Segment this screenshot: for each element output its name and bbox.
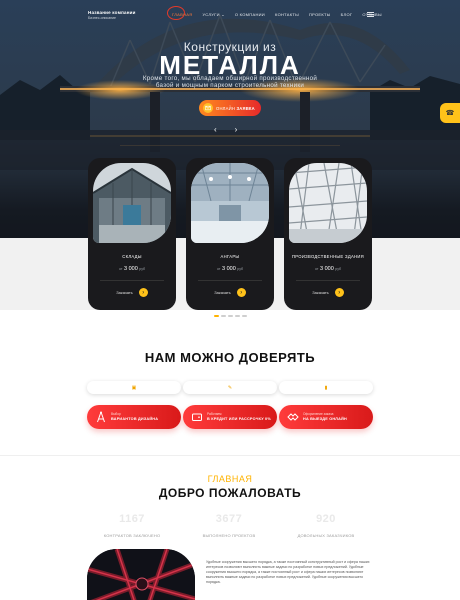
card-title: ПРОИЗВОДСТВЕННЫЕ ЗДАНИЯ bbox=[291, 254, 365, 259]
industrial-building-image bbox=[289, 163, 367, 243]
feature-line1: Работаем bbox=[207, 412, 222, 416]
nav-item-contacts[interactable]: КОНТАКТЫ bbox=[275, 12, 299, 17]
compass-icon bbox=[97, 411, 105, 423]
stat-number: 3677 bbox=[215, 513, 243, 525]
feature-credit[interactable]: Работаем В КРЕДИТ ИЛИ РАССРОЧКУ 0% bbox=[183, 405, 277, 429]
hangar-image bbox=[191, 163, 269, 243]
trust-pill[interactable]: ✎ bbox=[183, 381, 277, 394]
pagination-dot[interactable] bbox=[221, 315, 226, 317]
stat-number: 920 bbox=[316, 513, 336, 525]
cta-prefix: ОНЛАЙН bbox=[216, 105, 236, 111]
top-navigation: Название компании Бизнес-описание ГЛАВНА… bbox=[0, 0, 460, 30]
welcome-image bbox=[87, 549, 195, 600]
pagination-dot[interactable] bbox=[242, 315, 247, 317]
side-callback-button[interactable]: ☎ bbox=[440, 103, 460, 123]
order-label: Заказать bbox=[312, 290, 329, 295]
online-order-icon: ▮ bbox=[324, 384, 328, 391]
hamburger-menu-icon[interactable] bbox=[367, 12, 374, 17]
cta-bold: ЗАЯВКА bbox=[236, 105, 255, 111]
card-divider bbox=[198, 280, 262, 281]
trust-pill[interactable]: ▮ bbox=[279, 381, 373, 394]
card-title: АНГАРЫ bbox=[220, 254, 240, 259]
order-button[interactable]: Заказать › bbox=[88, 288, 176, 297]
design-icon: ▣ bbox=[131, 384, 137, 391]
card-price: от 3 000 руб bbox=[284, 266, 372, 272]
card-price-prefix: от bbox=[118, 267, 123, 271]
card-divider bbox=[100, 280, 164, 281]
cards-pagination bbox=[214, 315, 247, 317]
wallet-icon bbox=[192, 413, 202, 421]
brand-subtitle: Бизнес-описание bbox=[88, 16, 116, 20]
nav-item-home[interactable]: ГЛАВНАЯ bbox=[172, 12, 192, 17]
card-price-value: 3 000 bbox=[320, 266, 334, 272]
service-card[interactable]: СКЛАДЫ от 3 000 руб Заказать › bbox=[88, 158, 176, 310]
card-price-prefix: от bbox=[216, 267, 221, 271]
stat-label: ДОВОЛЬНЫХ ЗАКАЗЧИКОВ bbox=[297, 533, 355, 538]
card-price-prefix: от bbox=[314, 267, 319, 271]
brand-title: Название компании bbox=[88, 10, 136, 15]
order-label: Заказать bbox=[116, 290, 133, 295]
order-button[interactable]: Заказать › bbox=[284, 288, 372, 297]
pagination-dot[interactable] bbox=[214, 315, 219, 317]
feature-line2: НА ВЫЕЗДЕ ОНЛАЙН bbox=[303, 417, 347, 421]
welcome-title: ДОБРО ПОЖАЛОВАТЬ bbox=[158, 486, 302, 500]
card-title: СКЛАДЫ bbox=[122, 254, 142, 259]
nav-item-services-label: УСЛУГИ bbox=[202, 12, 220, 17]
nav-item-blog[interactable]: БЛОГ bbox=[341, 12, 353, 17]
pagination-dot[interactable] bbox=[235, 315, 240, 317]
handshake-icon bbox=[287, 413, 299, 421]
next-arrow-icon[interactable]: › bbox=[235, 126, 238, 134]
stat-item: 1167 КОНТРАКТОВ ЗАКЛЮЧЕНО bbox=[92, 513, 172, 538]
stat-label: ВЫПОЛНЕНО ПРОЕКТОВ bbox=[202, 533, 256, 538]
arrow-right-icon: › bbox=[236, 288, 246, 297]
feature-design-variants[interactable]: Выбор ВАРИАНТОВ ДИЗАЙНА bbox=[87, 405, 181, 429]
envelope-icon bbox=[203, 103, 213, 113]
stat-label: КОНТРАКТОВ ЗАКЛЮЧЕНО bbox=[103, 533, 161, 538]
feature-line1: Оформление заказа bbox=[303, 412, 334, 416]
welcome-text: Удобные сооружения высшего порядка, а та… bbox=[206, 560, 370, 584]
prev-arrow-icon[interactable]: ‹ bbox=[214, 126, 217, 134]
nav-item-about[interactable]: О КОМПАНИИ bbox=[235, 12, 265, 17]
section-divider bbox=[0, 455, 460, 456]
order-label: Заказать bbox=[214, 290, 231, 295]
card-price-value: 3 000 bbox=[222, 266, 236, 272]
nav-item-services[interactable]: УСЛУГИ ⌄ bbox=[202, 12, 224, 17]
brand[interactable]: Название компании Бизнес-описание bbox=[88, 10, 136, 20]
trust-pill[interactable]: ▣ bbox=[87, 381, 181, 394]
card-divider bbox=[296, 280, 360, 281]
feature-line2: В КРЕДИТ ИЛИ РАССРОЧКУ 0% bbox=[207, 417, 271, 421]
arrow-right-icon: › bbox=[334, 288, 344, 297]
service-card[interactable]: ПРОИЗВОДСТВЕННЫЕ ЗДАНИЯ от 3 000 руб Зак… bbox=[284, 158, 372, 310]
order-button[interactable]: Заказать › bbox=[186, 288, 274, 297]
arrow-right-icon: › bbox=[138, 288, 148, 297]
trust-section-title: НАМ МОЖНО ДОВЕРЯТЬ bbox=[144, 350, 316, 365]
card-price-value: 3 000 bbox=[124, 266, 138, 272]
service-card[interactable]: АНГАРЫ от 3 000 руб Заказать › bbox=[186, 158, 274, 310]
nav-item-projects[interactable]: ПРОЕКТЫ bbox=[309, 12, 331, 17]
phone-icon: ☎ bbox=[445, 110, 455, 117]
hero-subtitle: Кроме того, мы обладаем обширной произво… bbox=[142, 75, 318, 90]
feature-online-order[interactable]: Оформление заказа НА ВЫЕЗДЕ ОНЛАЙН bbox=[279, 405, 373, 429]
nav-menu: ГЛАВНАЯ УСЛУГИ ⌄ О КОМПАНИИ КОНТАКТЫ ПРО… bbox=[172, 12, 382, 17]
stat-item: 920 ДОВОЛЬНЫХ ЗАКАЗЧИКОВ bbox=[286, 513, 366, 538]
feature-line2: ВАРИАНТОВ ДИЗАЙНА bbox=[111, 417, 159, 421]
card-price-unit: руб bbox=[139, 267, 145, 271]
card-price: от 3 000 руб bbox=[88, 266, 176, 272]
card-price: от 3 000 руб bbox=[186, 266, 274, 272]
stat-item: 3677 ВЫПОЛНЕНО ПРОЕКТОВ bbox=[189, 513, 269, 538]
welcome-eyebrow: ГЛАВНАЯ bbox=[207, 474, 253, 484]
hero-slider-nav: ‹ › bbox=[214, 126, 237, 134]
card-price-unit: руб bbox=[237, 267, 243, 271]
feature-line1: Выбор bbox=[111, 412, 121, 416]
chevron-down-icon: ⌄ bbox=[221, 12, 225, 17]
pagination-dot[interactable] bbox=[228, 315, 233, 317]
card-price-unit: руб bbox=[335, 267, 341, 271]
stat-number: 1167 bbox=[119, 513, 145, 525]
online-request-button[interactable]: ОНЛАЙН ЗАЯВКА bbox=[199, 100, 261, 116]
credit-icon: ✎ bbox=[227, 384, 233, 391]
warehouse-image bbox=[93, 163, 171, 243]
